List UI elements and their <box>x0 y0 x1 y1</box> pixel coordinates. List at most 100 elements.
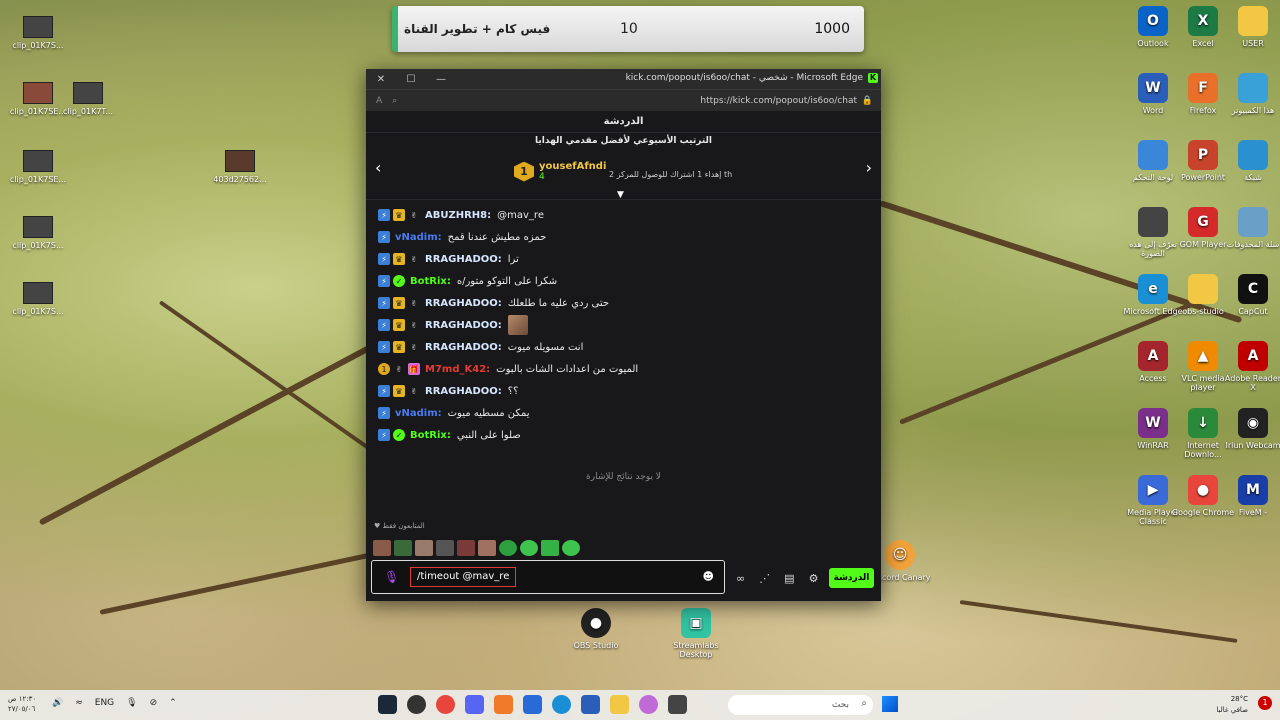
chat-message[interactable]: ⚡ ♛ ✌ RRAGHADOO: حتى ردي عليه ما طلعلك <box>366 292 881 314</box>
chat-username[interactable]: M7md_K42: <box>425 364 490 375</box>
volume-icon[interactable]: 🔊 <box>52 698 63 708</box>
chat-message[interactable]: ⚡ ✓ BotRix: صلوا على النبي <box>366 424 881 446</box>
mic-tray-icon[interactable]: 🎙 <box>126 698 137 708</box>
chat-username[interactable]: RRAGHADOO: <box>425 298 502 309</box>
num-badge-icon: 1 <box>378 363 390 375</box>
chat-message[interactable]: 1 ✌ 🎁 M7md_K42: الميوت من اعدادات الشات بالب… <box>366 358 881 380</box>
desktop-app-icon[interactable]: C CapCut <box>1221 274 1280 316</box>
obs-studio-icon[interactable]: ● OBS Studio <box>564 608 628 650</box>
chat-message[interactable]: ⚡ ♛ ✌ ABUZHRH8: @mav_re <box>366 204 881 226</box>
clock[interactable]: ١٢:٣٠ ص ٢٧/٠٥/٠٦ <box>8 694 36 714</box>
emote[interactable] <box>373 540 391 556</box>
chat-username[interactable]: vNadim: <box>395 232 442 243</box>
minimize-icon[interactable]: — <box>426 74 456 85</box>
chat-username[interactable]: RRAGHADOO: <box>425 254 502 265</box>
mod-badge-icon: ⚡ <box>378 341 390 353</box>
desktop-app-icon[interactable]: USER <box>1221 6 1280 48</box>
chat-username[interactable]: vNadim: <box>395 408 442 419</box>
network-off-icon[interactable]: ⊘ <box>150 698 158 708</box>
emote[interactable] <box>436 540 454 556</box>
desktop-app-label: WinRAR <box>1137 441 1169 450</box>
desktop-app-icon[interactable]: A Adobe Reader X <box>1221 341 1280 392</box>
discord-icon[interactable] <box>465 695 484 714</box>
chevron-left-icon[interactable]: ‹ <box>375 158 381 177</box>
lock-icon[interactable]: 🔒 <box>862 96 873 106</box>
sub-badge-icon: ✌ <box>410 210 418 220</box>
send-chat-button[interactable]: الدردشة <box>829 568 874 588</box>
emote[interactable] <box>520 540 538 556</box>
chat-username[interactable]: RRAGHADOO: <box>425 342 502 353</box>
weather-widget[interactable]: 28°C صافي غالبا <box>1216 694 1248 716</box>
chevron-right-icon[interactable]: › <box>866 158 872 177</box>
infinity-icon[interactable]: ∞ <box>736 572 745 585</box>
steam-icon[interactable] <box>378 695 397 714</box>
chat-message[interactable]: ⚡ ✓ BotRix: شكرا على التوكو متور/ه <box>366 270 881 292</box>
desktop-file-icon[interactable]: clip_01K7S... <box>6 16 70 50</box>
emote[interactable] <box>478 540 496 556</box>
emote[interactable] <box>541 540 559 556</box>
language-indicator[interactable]: ENG <box>95 698 114 708</box>
chevron-up-icon[interactable]: ⌃ <box>169 698 177 708</box>
desktop-app-icon[interactable]: ◉ Iriun Webcam <box>1221 408 1280 450</box>
gear-icon[interactable]: ⚙ <box>809 572 819 585</box>
obs-taskbar-icon[interactable] <box>407 695 426 714</box>
desktop-app-icon[interactable]: شبكة <box>1221 140 1280 182</box>
chat-username[interactable]: BotRix: <box>410 430 451 441</box>
chrome-icon[interactable] <box>436 695 455 714</box>
microphone-icon[interactable]: 🎙 <box>384 570 399 584</box>
chat-message[interactable]: ⚡ vNadim: حمزه مطيش عندنا قمح <box>366 226 881 248</box>
desktop-app-icon[interactable]: هذا الكمبيوتر <box>1221 73 1280 115</box>
chat-message[interactable]: ⚡ ♛ ✌ RRAGHADOO: <box>366 314 881 336</box>
search-box[interactable]: بحث ⌕ <box>728 695 873 715</box>
bot-badge-icon: ✓ <box>393 275 405 287</box>
app-icon[interactable] <box>668 695 687 714</box>
desktop-app-icon[interactable]: سلة المحذوفات <box>1221 207 1280 249</box>
top-gifter[interactable]: 1 yousefAfndi 4 <box>514 161 606 182</box>
zoom-icon[interactable]: ⌕ <box>392 96 397 106</box>
chat-message[interactable]: ⚡ ♛ ✌ RRAGHADOO: انت مسويله ميوت <box>366 336 881 358</box>
desktop-app-label: Iriun Webcam <box>1225 441 1280 450</box>
desktop-file-icon[interactable]: clip_01K7T... <box>56 82 120 116</box>
chat-message[interactable]: ⚡ ♛ ✌ RRAGHADOO: ترا <box>366 248 881 270</box>
copilot-icon[interactable] <box>639 695 658 714</box>
wifi-icon[interactable]: ≈ <box>75 698 83 708</box>
share-icon[interactable]: ⋰ <box>759 572 770 585</box>
desktop-file-icon[interactable]: 403d27562... <box>208 150 272 184</box>
chat-input-box[interactable]: 🎙 /timeout @mav_re ☻ <box>371 560 725 594</box>
gift-badge-icon: 🎁 <box>408 363 420 375</box>
notification-badge[interactable]: 1 <box>1258 696 1272 710</box>
store-taskbar-icon[interactable] <box>581 695 600 714</box>
read-aloud-icon[interactable]: A <box>376 96 382 106</box>
maximize-icon[interactable]: ☐ <box>396 74 426 85</box>
desktop-app-icon[interactable]: M FiveM - <box>1221 475 1280 517</box>
emote[interactable] <box>394 540 412 556</box>
terminal-icon[interactable] <box>523 695 542 714</box>
emote[interactable] <box>457 540 475 556</box>
emote[interactable] <box>499 540 517 556</box>
desktop-file-icon[interactable]: clip_01K7S... <box>6 216 70 250</box>
chat-message[interactable]: ⚡ vNadim: يمكن مسطيه ميوت <box>366 402 881 424</box>
url-text[interactable]: https://kick.com/popout/is6oo/chat <box>700 96 857 106</box>
chat-username[interactable]: BotRix: <box>410 276 451 287</box>
desktop-file-icon[interactable]: clip_01K7S... <box>6 282 70 316</box>
mod-badge-icon: ⚡ <box>378 319 390 331</box>
desktop-file-icon[interactable]: clip_01K7SE... <box>6 150 70 184</box>
chat-username[interactable]: RRAGHADOO: <box>425 320 502 331</box>
emote[interactable] <box>562 540 580 556</box>
emoji-icon[interactable]: ☻ <box>703 570 714 583</box>
chat-message[interactable]: ⚡ ♛ ✌ RRAGHADOO: ؟؟ <box>366 380 881 402</box>
close-icon[interactable]: ✕ <box>366 74 396 85</box>
chat-username[interactable]: RRAGHADOO: <box>425 386 502 397</box>
vip-badge-icon: ♛ <box>393 385 405 397</box>
sub-badge-icon: ✌ <box>410 298 418 308</box>
store-icon[interactable]: ▤ <box>784 572 794 585</box>
collapse-icon[interactable]: ▼ <box>617 190 624 200</box>
chat-username[interactable]: ABUZHRH8: <box>425 210 491 221</box>
app-icon[interactable] <box>494 695 513 714</box>
start-button[interactable] <box>882 696 898 712</box>
chat-input-text[interactable]: /timeout @mav_re <box>410 567 517 587</box>
edge-icon[interactable] <box>552 695 571 714</box>
file-explorer-icon[interactable] <box>610 695 629 714</box>
emote[interactable] <box>415 540 433 556</box>
streamlabs-icon[interactable]: ▣ Streamlabs Desktop <box>664 608 728 659</box>
